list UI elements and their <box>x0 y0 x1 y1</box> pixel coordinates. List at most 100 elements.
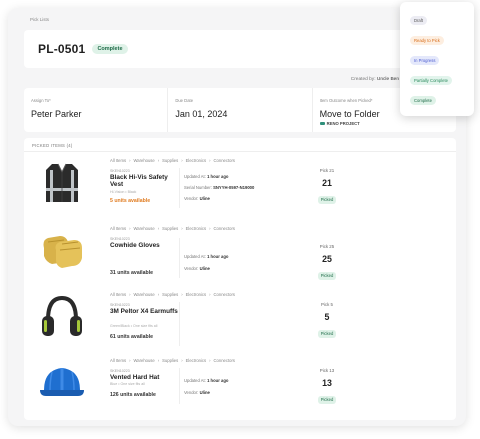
updated-label: Updated At: <box>184 174 206 179</box>
folder-icon <box>319 121 325 126</box>
vendor-label: Vendor: <box>184 266 199 271</box>
crumb-connectors[interactable]: Connectors <box>214 358 235 363</box>
page-title: PL-0501 <box>38 42 86 56</box>
serial-number: Serial Number: SNYYH-0597-N19000 <box>184 185 254 190</box>
updated-at: Updated At: 1 hour ago <box>184 174 228 179</box>
status-option-draft[interactable]: Draft <box>410 16 428 25</box>
vendor-value: Uline <box>199 196 210 201</box>
crumb-warehouse[interactable]: Warehouse <box>133 158 154 163</box>
pick-count[interactable]: 13 <box>314 378 340 388</box>
breadcrumb[interactable]: Pick Lists <box>30 17 401 22</box>
serial-value: SNYYH-0597-N19000 <box>213 185 255 190</box>
status-option-in-progress[interactable]: In Progress <box>410 56 440 65</box>
picked-items-card: PICKED ITEMS (4) All Items › Warehouse › Sup… <box>24 138 456 420</box>
pick-list-window: Pick Lists Last Updated: Jan 01 PL-0501 … <box>8 8 466 426</box>
picked-badge: Picked <box>317 395 337 404</box>
item-sku: SKEN10223 <box>110 237 130 241</box>
crumb-all-items[interactable]: All Items <box>110 226 126 231</box>
due-date-value: Jan 01, 2024 <box>175 109 228 119</box>
item-name[interactable]: 3M Peltor X4 Earmuffs <box>110 308 178 315</box>
crumb-warehouse[interactable]: Warehouse <box>133 358 154 363</box>
created-by-label: Created by: <box>350 77 376 82</box>
crumb-electronics[interactable]: Electronics <box>186 292 206 297</box>
item-subtitle: Blue • One size fits all <box>110 382 145 386</box>
updated-value: 1 hour ago <box>207 174 229 179</box>
crumb-supplies[interactable]: Supplies <box>162 358 178 363</box>
crumb-warehouse[interactable]: Warehouse <box>133 226 154 231</box>
status-option-partially-complete[interactable]: Partially Complete <box>410 76 452 85</box>
safety-vest-image <box>46 163 78 202</box>
status-option-ready-to-pick[interactable]: Ready to Pick <box>410 36 444 45</box>
due-date-field[interactable]: Due Date Jan 01, 2024 <box>168 88 313 132</box>
item-subtitle: Green/Black • One size fits all <box>110 324 158 328</box>
pick-label: Pick 13 <box>319 368 335 373</box>
vendor-label: Vendor: <box>184 390 199 395</box>
status-option-complete[interactable]: Complete <box>410 96 436 105</box>
picked-badge: Picked <box>317 329 337 338</box>
item-name[interactable]: Vented Hard Hat <box>110 374 178 381</box>
crumb-electronics[interactable]: Electronics <box>186 158 206 163</box>
assign-field[interactable]: Assign To* Peter Parker <box>24 88 169 132</box>
item-sku: SKEN10223 <box>110 303 130 307</box>
list-item[interactable]: All Items › Warehouse › Supplies › Electronics… <box>24 154 456 216</box>
pick-label: Pick 5 <box>321 302 333 307</box>
picked-items-header: PICKED ITEMS (4) <box>24 138 456 152</box>
status-dropdown-menu: Draft Ready to Pick In Progress Partiall… <box>400 2 474 116</box>
pick-count[interactable]: 21 <box>314 178 340 188</box>
pick-header: PL-0501 Complete <box>24 30 456 68</box>
item-name[interactable]: Cowhide Gloves <box>110 242 178 249</box>
vendor: Vendor: Uline <box>184 390 210 395</box>
assign-value: Peter Parker <box>31 109 82 119</box>
pick-count-column: Pick 21 21 Picked <box>314 168 340 206</box>
list-item[interactable]: All Items › Warehouse › Supplies › Electronics… <box>24 222 456 284</box>
pick-count[interactable]: 25 <box>314 254 340 264</box>
crumb-supplies[interactable]: Supplies <box>162 226 178 231</box>
updated-at: Updated At: 1 hour ago <box>184 254 228 259</box>
units-available: 126 units available <box>110 392 156 398</box>
divider <box>179 302 180 346</box>
due-date-label: Due Date <box>175 98 194 103</box>
crumb-all-items[interactable]: All Items <box>110 358 126 363</box>
crumb-supplies[interactable]: Supplies <box>162 292 178 297</box>
item-breadcrumb: All Items › Warehouse › Supplies › Electronics… <box>110 226 235 231</box>
list-item[interactable]: All Items › Warehouse › Supplies › Electronics… <box>24 288 456 350</box>
divider <box>179 168 180 208</box>
updated-value: 1 hour ago <box>207 254 229 259</box>
assign-label: Assign To* <box>31 98 51 103</box>
folder-tag[interactable]: RENO PROJECT <box>319 121 449 126</box>
divider <box>179 368 180 404</box>
crumb-all-items[interactable]: All Items <box>110 158 126 163</box>
top-bar: Pick Lists Last Updated: Jan 01 <box>8 8 466 30</box>
pick-count[interactable]: 5 <box>314 312 340 322</box>
status-badge[interactable]: Complete <box>92 44 128 54</box>
crumb-connectors[interactable]: Connectors <box>214 226 235 231</box>
crumb-electronics[interactable]: Electronics <box>186 358 206 363</box>
crumb-all-items[interactable]: All Items <box>110 292 126 297</box>
pick-label: Pick 25 <box>319 244 335 249</box>
crumb-connectors[interactable]: Connectors <box>214 158 235 163</box>
pick-count-column: Pick 5 5 Picked <box>314 302 340 340</box>
crumb-warehouse[interactable]: Warehouse <box>133 292 154 297</box>
hard-hat-image <box>40 368 84 396</box>
updated-label: Updated At: <box>184 254 206 259</box>
item-name[interactable]: Black Hi-Vis Safety Vest <box>110 174 178 189</box>
pick-info-card: Assign To* Peter Parker Due Date Jan 01,… <box>24 88 456 132</box>
list-item[interactable]: All Items › Warehouse › Supplies › Electronics… <box>24 354 456 416</box>
item-sku: SKEN10223 <box>110 169 130 173</box>
item-breadcrumb: All Items › Warehouse › Supplies › Electronics… <box>110 358 235 363</box>
item-sku: SKEN10223 <box>110 369 130 373</box>
item-breadcrumb: All Items › Warehouse › Supplies › Electronics… <box>110 292 235 297</box>
vendor-value: Uline <box>199 266 210 271</box>
crumb-electronics[interactable]: Electronics <box>186 226 206 231</box>
units-available: 5 units available <box>110 198 151 204</box>
item-breadcrumb: All Items › Warehouse › Supplies › Electronics… <box>110 158 235 163</box>
pick-count-column: Pick 25 25 Picked <box>314 244 340 282</box>
picked-badge: Picked <box>317 195 337 204</box>
crumb-supplies[interactable]: Supplies <box>162 158 178 163</box>
vendor: Vendor: Uline <box>184 196 210 201</box>
created-by: Created by: Uncle Ben <box>351 77 399 82</box>
serial-label: Serial Number: <box>184 185 212 190</box>
folder-name: RENO PROJECT <box>326 121 360 126</box>
earmuffs-image <box>42 295 82 336</box>
crumb-connectors[interactable]: Connectors <box>214 292 235 297</box>
